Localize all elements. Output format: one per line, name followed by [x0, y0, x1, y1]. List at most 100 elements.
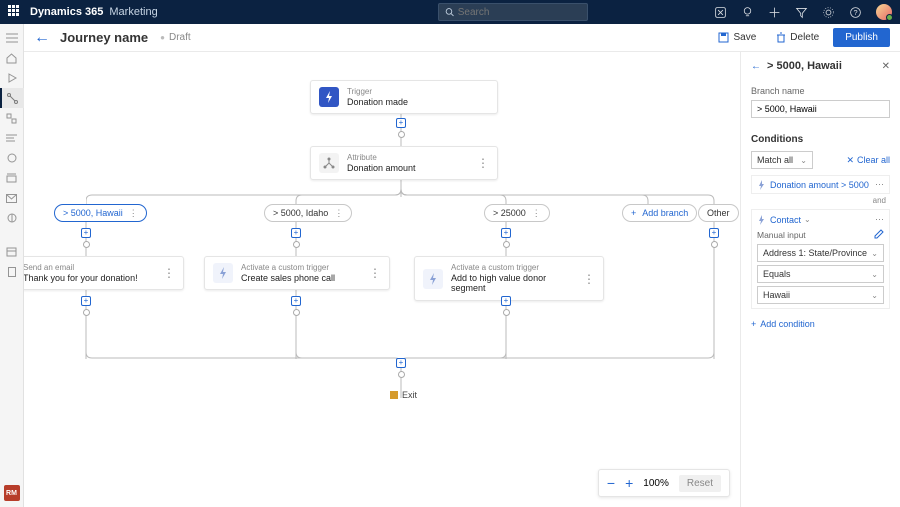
- add-node[interactable]: +: [81, 296, 91, 306]
- nav-play[interactable]: [0, 68, 24, 88]
- global-search[interactable]: [438, 3, 588, 21]
- svg-text:?: ?: [853, 7, 857, 16]
- attribute-node[interactable]: Attribute Donation amount ⋮: [310, 146, 498, 180]
- clear-all-button[interactable]: ✕ Clear all: [846, 155, 890, 166]
- group-more[interactable]: ⋯: [875, 214, 884, 225]
- exit-label: Exit: [402, 390, 417, 400]
- node-more[interactable]: ⋮: [567, 272, 595, 286]
- panel-back[interactable]: ←: [751, 61, 761, 72]
- branch-more[interactable]: ⋮: [532, 208, 541, 219]
- journey-canvas[interactable]: Trigger Donation made + Attribute Donati…: [24, 52, 740, 507]
- nav-item-10[interactable]: [0, 242, 24, 262]
- filter-icon[interactable]: [795, 6, 808, 19]
- page-title: Journey name: [60, 30, 148, 45]
- value-text: Hawaii: [763, 290, 790, 300]
- nav-menu[interactable]: [0, 28, 24, 48]
- profile-badge[interactable]: RM: [4, 485, 20, 501]
- nav-item-11[interactable]: [0, 262, 24, 282]
- action-node-trigger-2[interactable]: Activate a custom trigger Add to high va…: [414, 256, 604, 301]
- action-node-trigger-1[interactable]: Activate a custom trigger Create sales p…: [204, 256, 390, 290]
- connector-dot: [398, 371, 405, 378]
- nav-todo[interactable]: [0, 128, 24, 148]
- nav-item-9[interactable]: [0, 208, 24, 228]
- branch-label: > 25000: [493, 208, 526, 218]
- brand-name: Dynamics 365: [30, 6, 103, 18]
- connector-dot: [711, 241, 718, 248]
- add-after-trigger[interactable]: +: [396, 118, 406, 128]
- manual-input-label: Manual input: [757, 230, 806, 240]
- branch-pill-1[interactable]: > 5000, Hawaii ⋮: [54, 204, 147, 222]
- branch-more[interactable]: ⋮: [129, 208, 138, 219]
- condition-row[interactable]: Donation amount > 5000 ⋯: [751, 175, 890, 194]
- action-node-email[interactable]: Send an email Thank you for your donatio…: [24, 256, 184, 290]
- node-more[interactable]: ⋮: [147, 266, 175, 280]
- add-condition-label: Add condition: [760, 319, 815, 329]
- search-input[interactable]: [458, 7, 581, 18]
- delete-label: Delete: [790, 32, 819, 43]
- gear-icon[interactable]: [822, 6, 835, 19]
- zoom-in-button[interactable]: +: [625, 475, 633, 491]
- action-label: Add to high value donor segment: [451, 273, 559, 295]
- trigger-label: Donation made: [347, 97, 408, 108]
- operator-select[interactable]: Equals⌄: [757, 265, 884, 283]
- entity-link[interactable]: Contact: [770, 215, 801, 225]
- zoom-reset-button[interactable]: Reset: [679, 475, 721, 492]
- add-node[interactable]: +: [396, 358, 406, 368]
- branch-label: > 5000, Hawaii: [63, 208, 123, 218]
- edit-icon[interactable]: [874, 229, 884, 241]
- plus-icon: +: [751, 319, 756, 329]
- add-node[interactable]: +: [291, 228, 301, 238]
- trigger-node[interactable]: Trigger Donation made: [310, 80, 498, 114]
- clear-all-label: Clear all: [857, 155, 890, 165]
- action-label: Thank you for your donation!: [24, 273, 138, 284]
- nav-home[interactable]: [0, 48, 24, 68]
- user-avatar[interactable]: [876, 4, 892, 20]
- add-node[interactable]: +: [291, 296, 301, 306]
- branch-more[interactable]: ⋮: [334, 208, 343, 219]
- add-condition-button[interactable]: + Add condition: [751, 319, 890, 329]
- branch-other[interactable]: Other: [698, 204, 739, 222]
- trigger-icon: [423, 269, 443, 289]
- save-icon: [718, 32, 729, 43]
- branch-name-input[interactable]: [751, 100, 890, 118]
- nav-journeys[interactable]: [0, 88, 24, 108]
- save-button[interactable]: Save: [712, 29, 762, 46]
- connector-dot: [503, 241, 510, 248]
- action-overline: Activate a custom trigger: [241, 263, 335, 273]
- condition-more[interactable]: ⋯: [875, 179, 884, 190]
- add-branch-button[interactable]: + Add branch: [622, 204, 697, 222]
- clear-icon: ✕: [846, 155, 854, 166]
- value-select[interactable]: Hawaii⌄: [757, 286, 884, 304]
- nav-rail: RM: [0, 24, 24, 507]
- lightbulb-icon[interactable]: [741, 6, 754, 19]
- help-icon[interactable]: ?: [849, 6, 862, 19]
- top-bar: Dynamics 365 Marketing ?: [0, 0, 900, 24]
- chevron-down-icon: ⌄: [871, 270, 878, 279]
- publish-button[interactable]: Publish: [833, 28, 890, 47]
- node-more[interactable]: ⋮: [353, 266, 381, 280]
- branch-name-label: Branch name: [751, 86, 890, 96]
- delete-button[interactable]: Delete: [770, 29, 825, 46]
- nav-item-7[interactable]: [0, 168, 24, 188]
- panel-title: > 5000, Hawaii: [767, 60, 876, 72]
- back-button[interactable]: ←: [34, 29, 50, 47]
- app-launcher-icon[interactable]: [8, 5, 22, 19]
- panel-close[interactable]: ✕: [882, 61, 890, 72]
- branch-pill-3[interactable]: > 25000 ⋮: [484, 204, 550, 222]
- add-node[interactable]: +: [709, 228, 719, 238]
- nav-segments[interactable]: [0, 108, 24, 128]
- add-node[interactable]: +: [501, 296, 511, 306]
- assist-icon[interactable]: [714, 6, 727, 19]
- nav-email[interactable]: [0, 188, 24, 208]
- zoom-out-button[interactable]: −: [607, 475, 615, 491]
- add-node[interactable]: +: [81, 228, 91, 238]
- attribute-more[interactable]: ⋮: [461, 156, 489, 170]
- match-select[interactable]: Match all⌄: [751, 151, 813, 169]
- nav-item-6[interactable]: [0, 148, 24, 168]
- add-node[interactable]: +: [501, 228, 511, 238]
- branch-pill-2[interactable]: > 5000, Idaho ⋮: [264, 204, 352, 222]
- lightning-icon: [757, 180, 766, 190]
- plus-icon[interactable]: [768, 6, 781, 19]
- plus-icon: +: [631, 208, 636, 218]
- field-select[interactable]: Address 1: State/Province⌄: [757, 244, 884, 262]
